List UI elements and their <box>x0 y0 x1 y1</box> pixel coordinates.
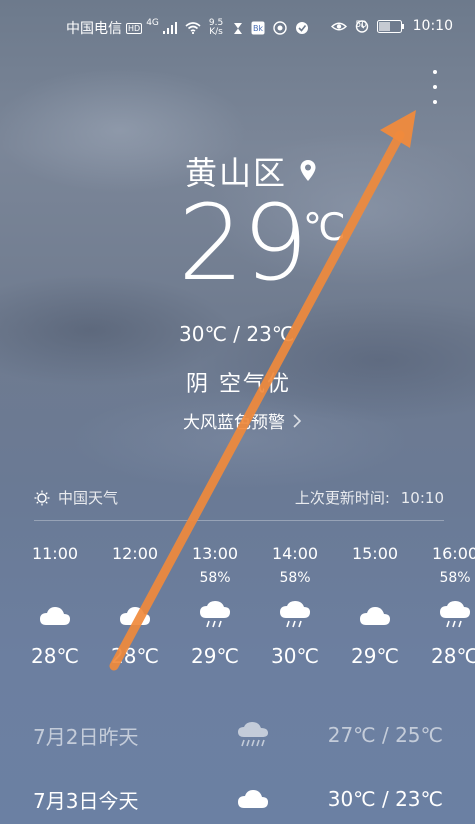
hourly-item: 12:00 28℃ <box>104 544 166 668</box>
hour-temperature: 28℃ <box>31 644 79 668</box>
net-speed: 9.5 K/s <box>209 19 223 37</box>
daily-row-today[interactable]: 7月3日今天 30℃ / 23℃ <box>33 779 443 819</box>
hour-time: 11:00 <box>31 544 79 563</box>
update-info: 上次更新时间: 10:10 <box>295 487 444 508</box>
hourglass-icon <box>233 22 243 35</box>
temperature-range: 30℃ / 23℃ <box>179 322 295 346</box>
status-left: 中国电信 HD 4G 9.5 K/s Bk <box>66 18 309 38</box>
chevron-right-icon <box>293 413 302 428</box>
app-notification-icon: Bk <box>251 21 265 35</box>
hour-temperature: 30℃ <box>271 644 319 668</box>
day-label: 7月2日昨天 <box>33 724 139 749</box>
svg-text:Bk: Bk <box>253 24 263 33</box>
net-speed-unit: K/s <box>209 27 223 37</box>
hourly-item: 15:00 29℃ <box>344 544 406 668</box>
day-temperature-range: 30℃ / 23℃ <box>327 787 443 811</box>
signal-icon <box>162 22 177 34</box>
rain-icon <box>424 596 475 636</box>
more-dot-icon <box>433 100 437 104</box>
wifi-icon <box>185 22 201 34</box>
more-dot-icon <box>433 85 437 89</box>
hd-badge: HD <box>126 22 143 34</box>
alert-text: 大风蓝色预警 <box>183 413 285 433</box>
precip-chance: 58% <box>439 570 471 586</box>
hour-time: 15:00 <box>351 544 399 563</box>
app-notification-icon-2 <box>273 21 287 35</box>
hour-time: 16:00 <box>431 544 475 563</box>
network-type: 4G <box>146 17 159 28</box>
status-right: 50 10:10 <box>330 18 453 34</box>
weather-alert-link[interactable]: 大风蓝色预警 <box>183 408 303 433</box>
heavy-rain-icon <box>223 721 283 749</box>
current-temperature: 29 <box>178 182 308 304</box>
status-bar: 中国电信 HD 4G 9.5 K/s Bk 50 10:10 <box>0 18 475 44</box>
divider <box>34 520 444 521</box>
hour-time: 14:00 <box>271 544 319 563</box>
hour-temperature: 29℃ <box>351 644 399 668</box>
precip-chance: 58% <box>279 570 311 586</box>
update-label: 上次更新时间: <box>294 489 390 507</box>
battery-icon <box>376 19 405 33</box>
hourly-item: 13:00 58% 29℃ <box>184 544 246 668</box>
data-source-row: 中国天气 上次更新时间: 10:10 <box>34 487 444 508</box>
precip-chance <box>104 570 166 596</box>
source-brand: 中国天气 <box>34 487 118 508</box>
hour-temperature: 28℃ <box>111 644 159 668</box>
cloudy-icon <box>104 596 166 636</box>
hour-temperature: 28℃ <box>431 644 475 668</box>
app-notification-icon-3 <box>295 21 309 35</box>
hourly-item: 14:00 58% 30℃ <box>264 544 326 668</box>
hourly-item: 11:00 28℃ <box>24 544 86 668</box>
eye-icon <box>330 21 347 32</box>
more-dot-icon <box>433 70 437 74</box>
battery-level: 50 <box>355 20 367 30</box>
carrier-name: 中国电信 <box>66 21 122 37</box>
day-label: 7月3日今天 <box>33 788 139 813</box>
status-time: 10:10 <box>412 18 453 34</box>
cloudy-icon <box>24 596 86 636</box>
hour-temperature: 29℃ <box>191 644 239 668</box>
hour-time: 12:00 <box>111 544 159 563</box>
daily-row-yesterday[interactable]: 7月2日昨天 27℃ / 25℃ <box>33 715 443 755</box>
weather-condition: 阴 空气优 <box>186 372 291 397</box>
precip-chance: 58% <box>199 570 231 586</box>
update-time: 10:10 <box>400 489 444 507</box>
day-temperature-range: 27℃ / 25℃ <box>327 723 443 747</box>
hourly-forecast[interactable]: 11:00 28℃ 12:00 28℃ 13:00 58% 29℃ 14:00 58% 30℃ 15… <box>31 544 475 684</box>
precip-chance <box>344 570 406 596</box>
location-pin-icon <box>300 160 316 181</box>
cloudy-icon <box>223 788 283 810</box>
rain-icon <box>264 596 326 636</box>
source-name: 中国天气 <box>58 489 119 507</box>
hourly-item: 16:00 58% 28℃ <box>424 544 475 668</box>
more-options-button[interactable] <box>425 70 445 104</box>
sun-logo-icon <box>34 490 50 505</box>
precip-chance <box>24 570 86 596</box>
cloudy-icon <box>344 596 406 636</box>
hour-time: 13:00 <box>191 544 239 563</box>
rain-icon <box>184 596 246 636</box>
temperature-unit: ℃ <box>303 205 346 249</box>
